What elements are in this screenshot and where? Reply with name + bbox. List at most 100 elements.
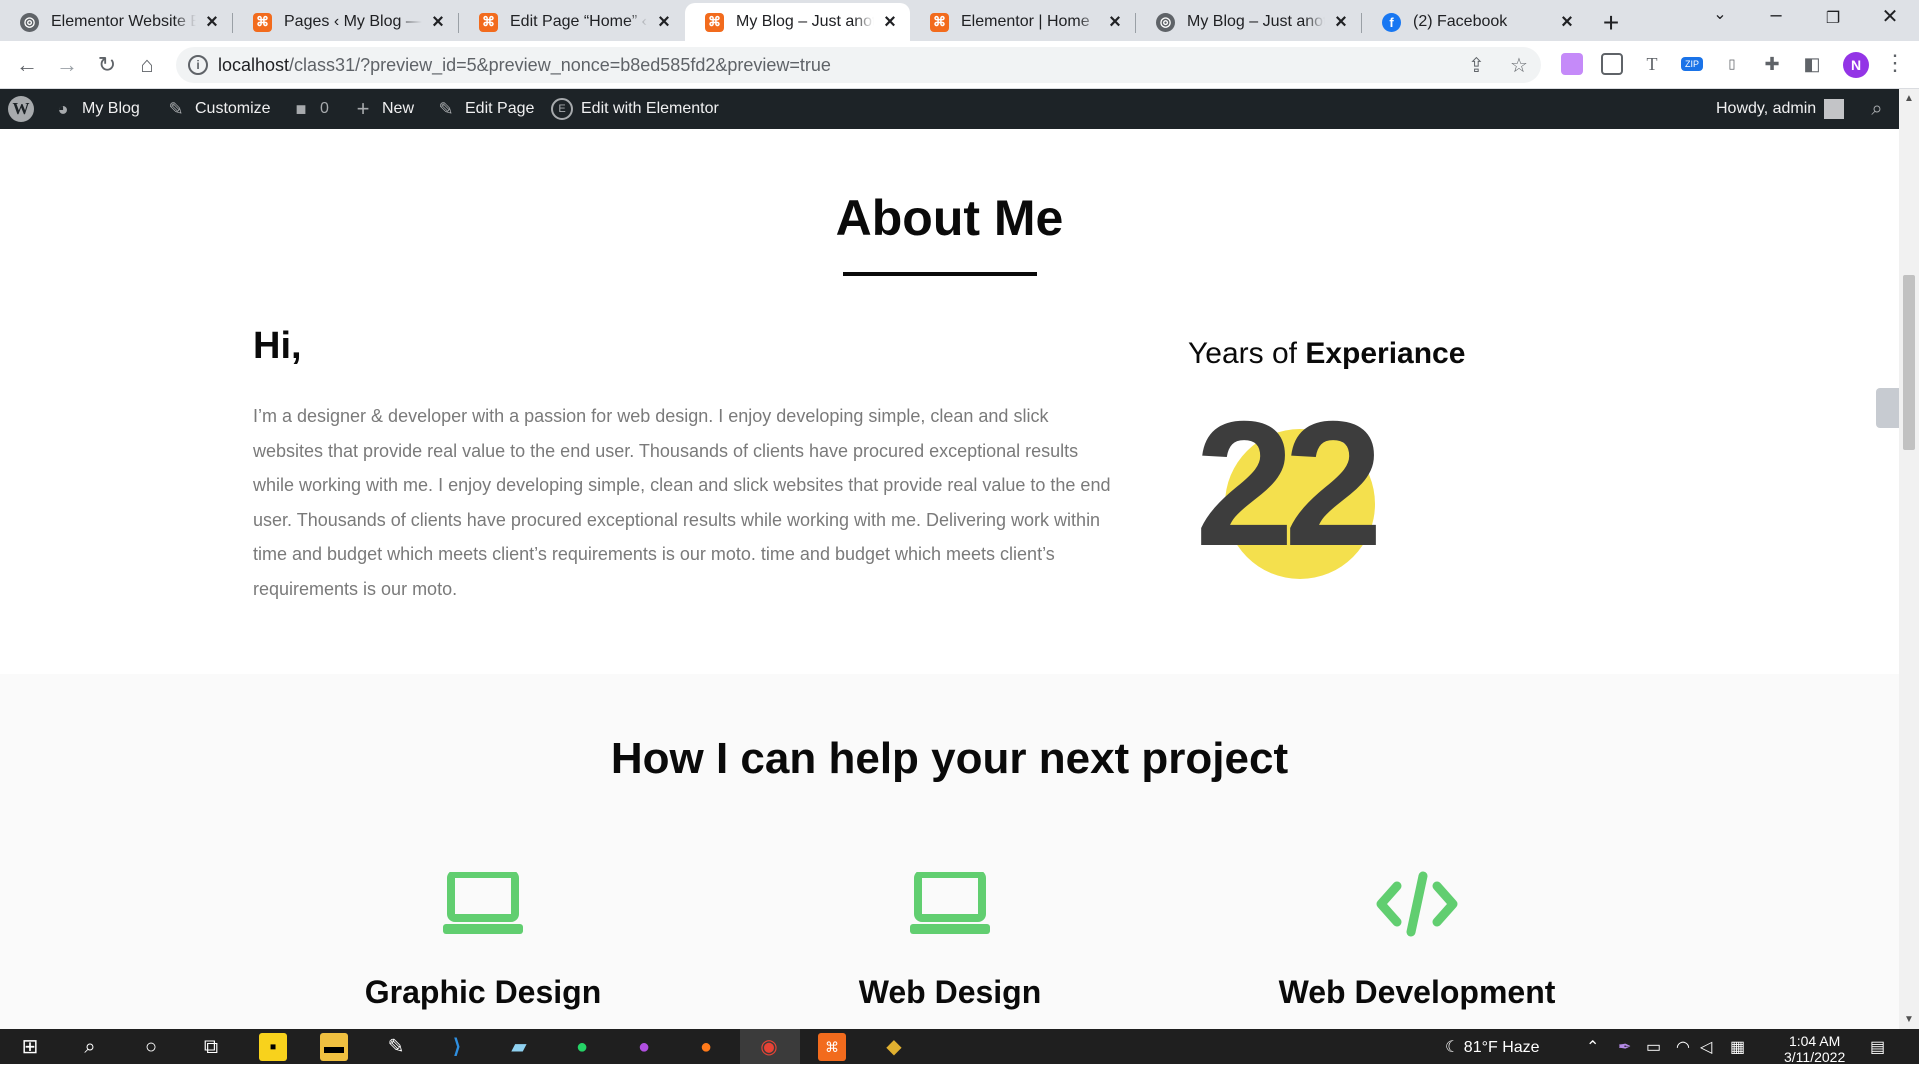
forward-icon[interactable]: → [52, 50, 82, 80]
keyboard-icon[interactable]: ▦ [1730, 1037, 1745, 1057]
customize-link[interactable]: ✎ Customize [165, 89, 270, 129]
task-view-icon[interactable]: ⧉ [197, 1033, 225, 1061]
browser-tab[interactable]: ◎ My Blog – Just anothe × [1136, 3, 1361, 41]
my-account-menu[interactable]: Howdy, admin [1716, 89, 1845, 129]
bio-paragraph: I’m a designer & developer with a passio… [253, 406, 1111, 599]
xampp-icon[interactable]: ⌘ [818, 1033, 846, 1061]
browser-tab[interactable]: ⌘ Elementor | Home × [910, 3, 1135, 41]
tray-chevron-icon[interactable]: ⌃ [1586, 1037, 1599, 1057]
close-window-icon[interactable]: ✕ [1870, 4, 1910, 29]
service-title: Graphic Design [364, 974, 602, 1010]
restore-icon[interactable]: ❐ [1813, 8, 1853, 28]
clock[interactable]: 1:04 AM 3/11/2022 [1784, 1033, 1845, 1065]
tab-search-icon[interactable]: ⌄ [1700, 4, 1740, 24]
greeting-heading: Hi, [253, 325, 302, 367]
site-info-icon[interactable]: i [188, 55, 208, 75]
home-icon[interactable]: ⌂ [132, 50, 162, 80]
close-tab-icon[interactable]: × [428, 11, 448, 34]
weather-widget[interactable]: ☾ 81°F Haze [1445, 1037, 1540, 1057]
comment-icon: ■ [295, 99, 307, 119]
whatsapp-icon[interactable]: ● [568, 1033, 596, 1061]
wp-logo-menu[interactable]: W [8, 89, 34, 129]
scroll-down-icon[interactable]: ▼ [1904, 1014, 1914, 1025]
chrome-icon[interactable]: ◉ [755, 1033, 783, 1061]
service-title: Web Design [858, 974, 1042, 1010]
page-scrollbar[interactable]: ▲ ▼ [1899, 89, 1919, 1029]
search-icon[interactable]: ⌕ [76, 1033, 104, 1061]
close-tab-icon[interactable]: × [1105, 11, 1125, 34]
windows-start-icon[interactable]: ⊞ [16, 1033, 44, 1061]
facebook-icon: f [1382, 12, 1401, 32]
edit-with-elementor-link[interactable]: E Edit with Elementor [551, 89, 719, 129]
comments-link[interactable]: ■ 0 [290, 89, 329, 129]
volume-icon[interactable]: ◁ [1700, 1037, 1712, 1057]
new-content-menu[interactable]: + New [352, 89, 414, 129]
url-text[interactable]: localhost/class31/?preview_id=5&preview_… [218, 55, 831, 76]
code-icon [1207, 864, 1627, 944]
services-section: How I can help your next project Graphic… [0, 674, 1899, 1029]
minimize-icon[interactable]: – [1756, 4, 1796, 27]
profile-avatar[interactable]: N [1843, 52, 1869, 78]
extensions-puzzle-icon[interactable]: ✚ [1761, 53, 1783, 75]
back-icon[interactable]: ← [12, 50, 42, 80]
plus-icon: + [356, 96, 370, 121]
site-name-menu[interactable]: ◕ My Blog [52, 89, 140, 129]
brush-icon: ✎ [168, 99, 184, 119]
wordpress-icon: W [8, 96, 34, 122]
page-viewport: About Me Hi, I’m a designer & developer … [0, 129, 1899, 1029]
sticky-notes-icon[interactable]: ▪ [259, 1033, 287, 1061]
battery-icon[interactable]: ▭ [1646, 1037, 1661, 1057]
close-tab-icon[interactable]: × [654, 11, 674, 34]
share-icon[interactable]: ⇪ [1468, 53, 1485, 78]
notepad-icon[interactable]: ▰ [505, 1033, 533, 1061]
scroll-up-icon[interactable]: ▲ [1904, 93, 1914, 104]
wifi-icon[interactable]: ◠ [1676, 1037, 1690, 1057]
laptop-icon [273, 864, 693, 944]
side-panel-handle[interactable] [1876, 388, 1899, 428]
new-tab-button[interactable]: + [1595, 8, 1627, 40]
service-title: Web Development [1278, 974, 1556, 1010]
reload-icon[interactable]: ↻ [92, 50, 122, 80]
messenger-icon[interactable]: ● [630, 1033, 658, 1061]
close-tab-icon[interactable]: × [202, 11, 222, 34]
admin-search[interactable]: ⌕ [1866, 89, 1896, 129]
side-panel-icon[interactable]: ◧ [1801, 53, 1823, 75]
browser-tab[interactable]: ⌘ Pages ‹ My Blog — W × [233, 3, 458, 41]
address-bar[interactable]: i localhost/class31/?preview_id=5&previe… [176, 47, 1541, 83]
scrollbar-thumb[interactable] [1903, 275, 1915, 450]
browser-toolbar: ← → ↻ ⌂ i localhost/class31/?preview_id=… [0, 41, 1919, 89]
browser-tab[interactable]: ◎ Elementor Website Bu × [0, 3, 232, 41]
firefox-icon[interactable]: ● [692, 1033, 720, 1061]
extension-icon[interactable] [1561, 53, 1583, 75]
git-icon[interactable]: ◆ [880, 1033, 908, 1061]
years-counter: 22 [1195, 384, 1415, 583]
paint-icon[interactable]: ✎ [382, 1033, 410, 1061]
pen-icon[interactable]: ✒ [1618, 1037, 1631, 1057]
heading-divider [843, 272, 1037, 276]
avatar [1824, 99, 1845, 119]
notification-icon[interactable]: ▤ [1870, 1037, 1885, 1057]
text-extension-icon[interactable]: T [1641, 53, 1663, 75]
image-extension-icon[interactable] [1601, 53, 1623, 75]
bookmark-star-icon[interactable]: ☆ [1510, 53, 1528, 78]
vscode-icon[interactable]: ⟩ [443, 1033, 471, 1061]
edit-page-link[interactable]: ✎ Edit Page [435, 89, 534, 129]
close-tab-icon[interactable]: × [1557, 11, 1577, 34]
wp-orange-icon: ⌘ [930, 12, 949, 32]
browser-tab[interactable]: ⌘ Edit Page “Home” ‹ M × [459, 3, 684, 41]
wp-orange-icon: ⌘ [479, 12, 498, 32]
wp-orange-icon: ⌘ [253, 12, 272, 32]
close-tab-icon[interactable]: × [1331, 11, 1351, 34]
close-tab-icon[interactable]: × [880, 11, 900, 34]
cortana-icon[interactable]: ○ [137, 1033, 165, 1061]
zip-extension-icon[interactable]: ZIP [1681, 57, 1703, 71]
years-label: Years of Experiance [1188, 337, 1466, 370]
menu-kebab-icon[interactable]: ⋮ [1884, 50, 1906, 76]
browser-tab[interactable]: f (2) Facebook × [1362, 3, 1587, 41]
globe-icon: ◎ [1156, 12, 1175, 32]
search-icon: ⌕ [1871, 98, 1883, 120]
browser-tab-active[interactable]: ⌘ My Blog – Just anothe × [685, 3, 910, 41]
file-explorer-icon[interactable]: ▬ [320, 1033, 348, 1061]
years-number: 22 [1195, 384, 1383, 583]
clipboard-extension-icon[interactable]: ▯ [1721, 53, 1743, 75]
